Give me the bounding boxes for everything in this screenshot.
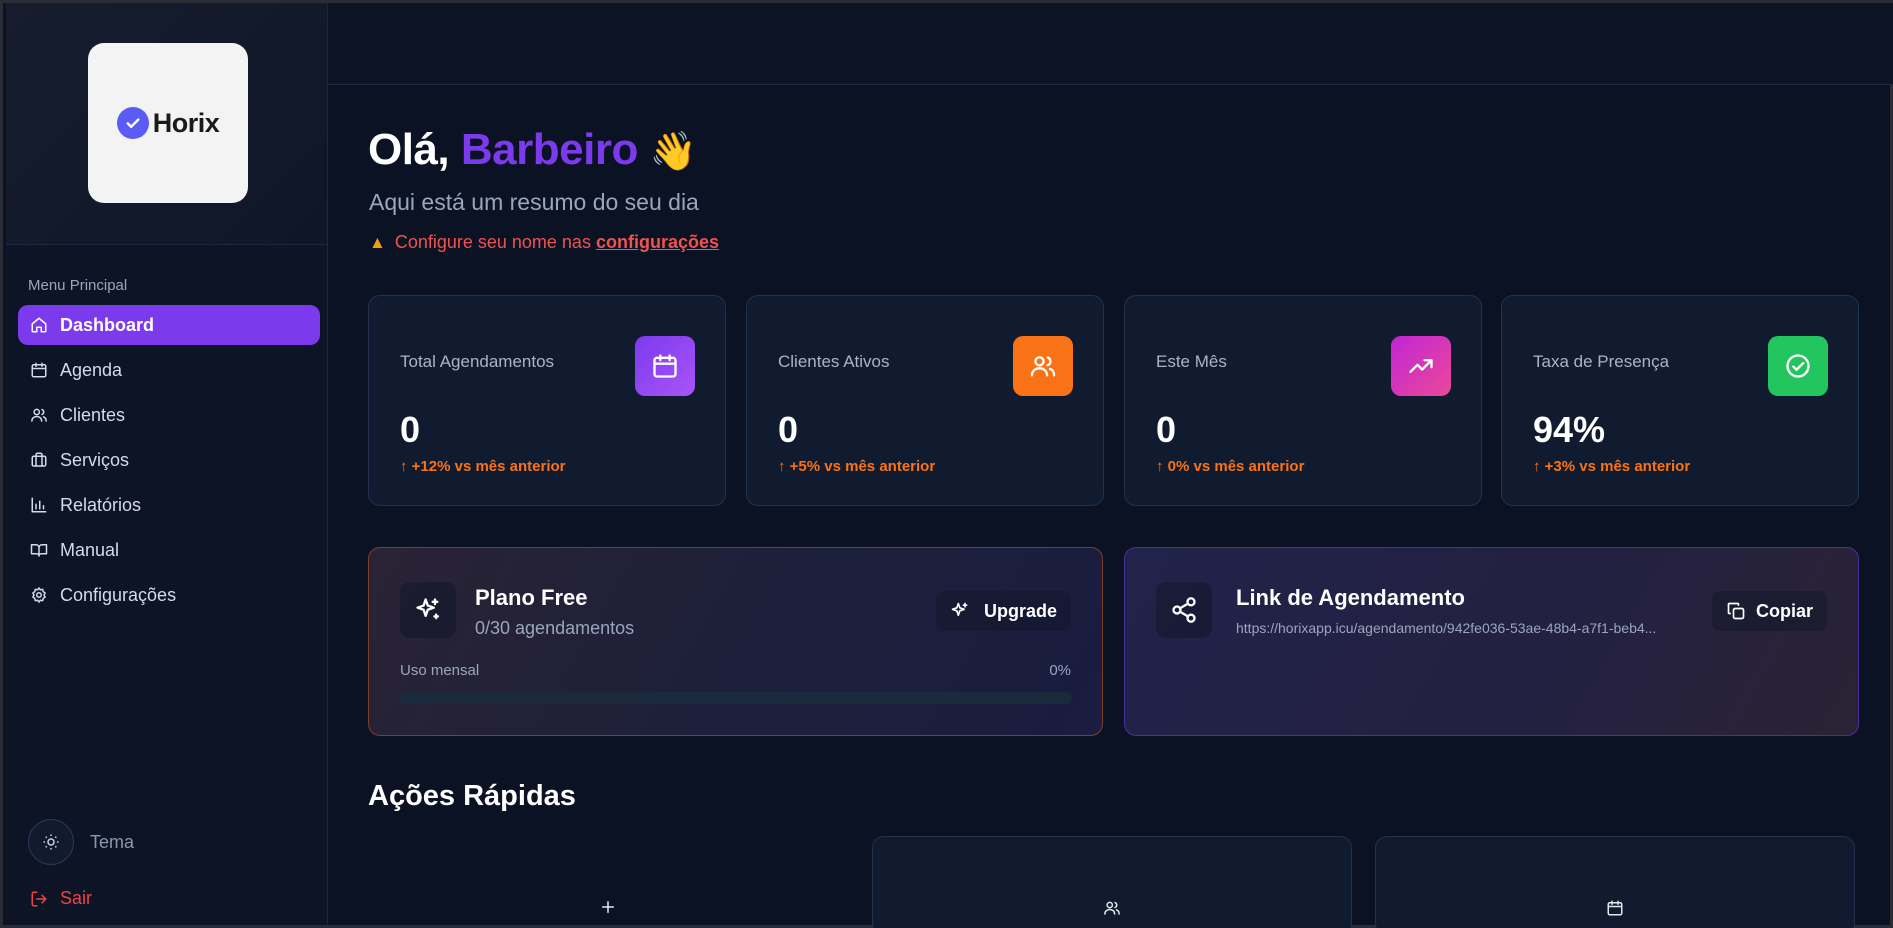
sidebar-item-label: Manual: [60, 539, 120, 560]
calendar-icon: [31, 362, 47, 378]
calendar-icon: [1606, 899, 1624, 928]
users-icon: [1013, 336, 1073, 396]
sparkles-icon: [951, 602, 968, 616]
sidebar-item-servicos[interactable]: Serviços: [18, 440, 320, 480]
warning-text: Configure seu nome nas: [394, 232, 591, 252]
check-logo-icon: [116, 107, 149, 139]
check-circle-icon: [1768, 336, 1828, 396]
copy-label: Copiar: [1755, 600, 1813, 621]
plan-usage-count: 0/30 agendamentos: [475, 618, 635, 638]
theme-label: Tema: [90, 831, 135, 852]
usage-progress-bar: [400, 692, 1072, 704]
briefcase-icon: [31, 452, 47, 467]
sidebar-item-configuracoes[interactable]: Configurações: [18, 575, 320, 615]
plus-icon: [599, 898, 617, 928]
booking-link-card: Link de Agendamento https://horixapp.icu…: [1124, 547, 1859, 736]
stat-card-total-agendamentos: Total Agendamentos 0 ↑ +12% vs mês anter…: [368, 295, 726, 506]
logo[interactable]: Horix: [88, 43, 248, 203]
copy-link-button[interactable]: Copiar: [1711, 591, 1827, 631]
quick-action-calendar[interactable]: [1375, 836, 1855, 928]
main-nav: Dashboard Agenda Clientes Serviços Relat…: [18, 305, 320, 620]
greeting-name: Barbeiro: [460, 125, 638, 174]
stat-label: Este Mês: [1156, 352, 1227, 371]
quick-actions-title: Ações Rápidas: [368, 780, 576, 812]
trending-up-icon: [1391, 336, 1451, 396]
stat-value: 0: [778, 409, 799, 450]
sidebar-item-relatorios[interactable]: Relatórios: [18, 485, 320, 525]
stat-card-taxa-presenca: Taxa de Presença 94% ↑ +3% vs mês anteri…: [1501, 295, 1859, 506]
copy-icon: [1727, 602, 1745, 620]
stat-label: Clientes Ativos: [778, 352, 890, 371]
plan-card: Plano Free 0/30 agendamentos Upgrade Uso…: [368, 547, 1103, 736]
stat-trend: ↑ +5% vs mês anterior: [778, 458, 936, 475]
page-subtitle: Aqui está um resumo do seu dia: [369, 189, 699, 215]
sidebar-item-dashboard[interactable]: Dashboard: [18, 305, 320, 345]
share-icon: [1156, 582, 1212, 638]
stat-label: Taxa de Presença: [1533, 352, 1670, 371]
theme-toggle-button[interactable]: [28, 819, 74, 865]
stat-value: 0: [400, 409, 421, 450]
warning-icon: ▲: [369, 232, 386, 252]
stat-trend: ↑ 0% vs mês anterior: [1156, 458, 1305, 475]
sidebar-item-label: Agenda: [60, 359, 123, 380]
stat-card-este-mes: Este Mês 0 ↑ 0% vs mês anterior: [1124, 295, 1482, 506]
plan-title: Plano Free: [475, 585, 588, 610]
theme-toggle-row: Tema: [28, 819, 134, 865]
users-icon: [31, 408, 47, 422]
quick-action-new[interactable]: [368, 836, 848, 928]
logout-label: Sair: [60, 888, 93, 908]
stat-value: 94%: [1533, 409, 1606, 450]
gear-icon: [32, 587, 46, 603]
logout-icon: [31, 891, 47, 906]
logo-text: Horix: [152, 107, 220, 138]
menu-section-title: Menu Principal: [28, 277, 128, 294]
stat-label: Total Agendamentos: [400, 352, 555, 371]
config-warning: ▲ Configure seu nome nas configurações: [369, 232, 719, 253]
booking-url: https://horixapp.icu/agendamento/942fe03…: [1236, 620, 1657, 636]
usage-label: Uso mensal: [400, 662, 480, 679]
sidebar-header: Horix: [6, 3, 327, 245]
sidebar-item-label: Dashboard: [60, 314, 155, 335]
home-icon: [31, 317, 47, 333]
sidebar-item-clientes[interactable]: Clientes: [18, 395, 320, 435]
sidebar-item-label: Serviços: [60, 449, 130, 470]
logout-button[interactable]: Sair: [30, 888, 92, 909]
sidebar-item-label: Relatórios: [60, 494, 142, 515]
stat-value: 0: [1156, 409, 1177, 450]
greeting-prefix: Olá,: [368, 125, 461, 174]
sidebar-item-manual[interactable]: Manual: [18, 530, 320, 570]
link-title: Link de Agendamento: [1236, 585, 1465, 610]
upgrade-label: Upgrade: [983, 600, 1057, 621]
stat-card-clientes-ativos: Clientes Ativos 0 ↑ +5% vs mês anterior: [746, 295, 1104, 506]
upgrade-button[interactable]: Upgrade: [935, 591, 1071, 631]
sidebar: Horix Menu Principal Dashboard Agenda Cl…: [6, 3, 328, 925]
app-window: Horix Menu Principal Dashboard Agenda Cl…: [0, 0, 1893, 928]
sidebar-item-label: Configurações: [60, 584, 177, 605]
users-icon: [1103, 899, 1121, 928]
bar-chart-icon: [31, 497, 47, 513]
sparkles-icon: [400, 582, 456, 638]
sun-icon: [43, 834, 59, 850]
sidebar-item-agenda[interactable]: Agenda: [18, 350, 320, 390]
wave-emoji: 👋: [649, 131, 697, 173]
book-icon: [30, 544, 48, 557]
quick-action-clients[interactable]: [872, 836, 1352, 928]
usage-percent: 0%: [1049, 662, 1071, 679]
top-bar: [328, 3, 1893, 85]
calendar-icon: [635, 336, 695, 396]
settings-link[interactable]: configurações: [596, 232, 719, 253]
stat-trend: ↑ +12% vs mês anterior: [400, 458, 566, 475]
sidebar-item-label: Clientes: [60, 404, 126, 425]
page-title: Olá, Barbeiro 👋: [368, 125, 697, 175]
stat-trend: ↑ +3% vs mês anterior: [1533, 458, 1691, 475]
